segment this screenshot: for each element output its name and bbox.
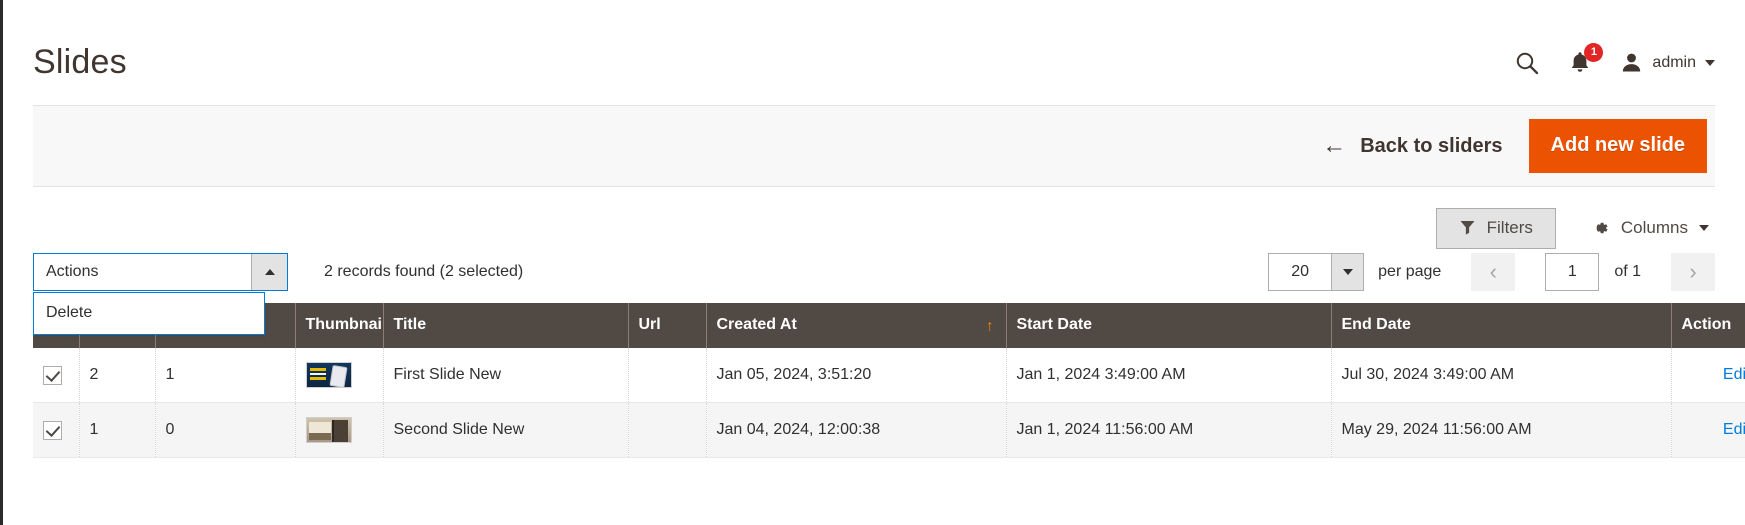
back-to-sliders-button[interactable]: ← Back to sliders <box>1322 134 1502 158</box>
chevron-down-icon <box>1705 59 1715 66</box>
chevron-down-icon <box>1699 225 1709 231</box>
search-icon[interactable] <box>1514 50 1540 76</box>
add-new-slide-button[interactable]: Add new slide <box>1528 119 1707 173</box>
header-tools: 1 admin <box>1514 30 1715 76</box>
arrow-left-icon: ← <box>1322 132 1347 159</box>
gear-icon <box>1590 218 1610 238</box>
pager-previous-button[interactable]: ‹ <box>1471 253 1516 291</box>
filters-button[interactable]: Filters <box>1435 207 1556 249</box>
cell-end-date: May 29, 2024 11:56:00 AM <box>1331 402 1672 458</box>
row-checkbox[interactable] <box>43 420 62 440</box>
admin-page: Slides 1 admin ← Back to sliders Add new… <box>0 0 1745 525</box>
data-grid-wrapper: ID Position Thumbnail Title Url Created … <box>33 303 1745 458</box>
column-header-url[interactable]: Url <box>628 303 707 348</box>
column-header-created-at-label: Created At <box>716 316 797 333</box>
cell-thumbnail <box>295 348 384 403</box>
per-page-value: 20 <box>1291 263 1310 280</box>
cell-thumbnail <box>295 402 384 458</box>
page-title: Slides <box>33 42 127 81</box>
slide-thumbnail-icon <box>305 362 352 388</box>
cell-created-at: Jan 04, 2024, 12:00:38 <box>706 402 1007 458</box>
table-header-row: ID Position Thumbnail Title Url Created … <box>33 303 1745 348</box>
page-actions-bar: ← Back to sliders Add new slide <box>33 105 1715 187</box>
cell-id: 1 <box>79 402 156 458</box>
pager-next-button[interactable]: › <box>1671 253 1715 291</box>
page-header: Slides 1 admin <box>3 0 1745 105</box>
slides-table: ID Position Thumbnail Title Url Created … <box>33 303 1745 458</box>
filters-label: Filters <box>1486 217 1533 237</box>
massaction-menu: Delete <box>33 292 265 335</box>
funnel-icon <box>1459 219 1476 236</box>
table-row[interactable]: 1 0 Second Slide New Jan 04, 2024, 12:00… <box>33 402 1745 458</box>
cell-position: 0 <box>155 402 296 458</box>
table-row[interactable]: 2 1 First Slide New Jan 05, 2024, 3:51:2… <box>33 348 1745 403</box>
massaction-item-delete[interactable]: Delete <box>34 293 264 334</box>
chevron-down-icon[interactable] <box>1331 254 1364 290</box>
records-found-label: 2 records found (2 selected) <box>324 263 524 280</box>
user-avatar-icon <box>1620 51 1643 74</box>
column-header-end-date[interactable]: End Date <box>1331 303 1672 348</box>
cell-title: First Slide New <box>383 348 629 403</box>
notifications-bell-icon[interactable]: 1 <box>1568 43 1604 75</box>
row-select-cell <box>33 348 80 403</box>
per-page-select[interactable]: 20 <box>1268 253 1365 291</box>
cell-end-date: Jul 30, 2024 3:49:00 AM <box>1331 348 1672 403</box>
column-header-action: Action <box>1671 303 1745 348</box>
per-page-label: per page <box>1378 263 1442 280</box>
cell-start-date: Jan 1, 2024 3:49:00 AM <box>1006 348 1332 403</box>
columns-dropdown[interactable]: Columns <box>1590 218 1715 238</box>
cell-url <box>628 348 707 403</box>
cell-position: 1 <box>155 348 296 403</box>
admin-user-menu[interactable]: admin <box>1620 51 1715 74</box>
cell-id: 2 <box>79 348 156 403</box>
pager: 20 per page ‹ 1 of 1 › <box>1268 253 1715 291</box>
slide-thumbnail-icon <box>305 417 352 443</box>
cell-action: Edit <box>1671 348 1745 403</box>
grid-toolbar: Filters Columns <box>33 187 1715 249</box>
columns-label: Columns <box>1620 218 1688 237</box>
back-to-sliders-label: Back to sliders <box>1360 134 1503 157</box>
pager-total-pages-label: of 1 <box>1614 263 1641 280</box>
column-header-start-date[interactable]: Start Date <box>1006 303 1332 348</box>
cell-action: Edit <box>1671 402 1745 458</box>
edit-link[interactable]: Edit <box>1723 366 1745 383</box>
row-select-cell <box>33 402 80 458</box>
cell-created-at: Jan 05, 2024, 3:51:20 <box>706 348 1007 403</box>
cell-url <box>628 402 707 458</box>
pager-current-page-input[interactable]: 1 <box>1545 253 1600 291</box>
grid-header-row: Actions Delete 2 records found (2 select… <box>33 249 1715 335</box>
notifications-count-badge: 1 <box>1584 43 1604 62</box>
admin-user-name: admin <box>1652 53 1696 71</box>
massaction-toggle[interactable]: Actions <box>33 253 288 291</box>
massaction-label: Actions <box>46 263 99 280</box>
sort-ascending-icon: ↑ <box>986 317 994 334</box>
chevron-up-icon[interactable] <box>251 254 287 290</box>
column-header-title[interactable]: Title <box>383 303 629 348</box>
row-checkbox[interactable] <box>43 365 62 385</box>
cell-title: Second Slide New <box>383 402 629 458</box>
cell-start-date: Jan 1, 2024 11:56:00 AM <box>1006 402 1332 458</box>
edit-link[interactable]: Edit <box>1723 421 1745 438</box>
column-header-thumbnail[interactable]: Thumbnail <box>295 303 384 348</box>
massaction-select: Actions Delete <box>33 253 288 335</box>
column-header-created-at[interactable]: Created At ↑ <box>706 303 1007 348</box>
